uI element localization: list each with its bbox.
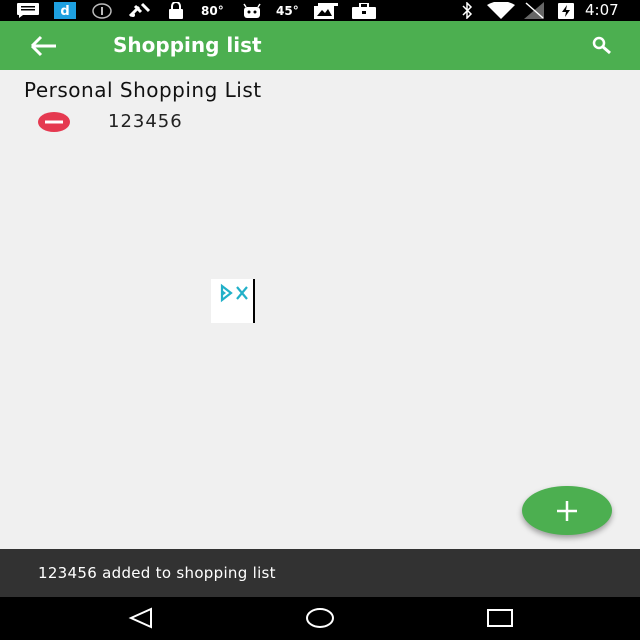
briefcase-icon — [352, 2, 376, 19]
recents-square-icon[interactable] — [486, 606, 514, 634]
d-app-icon: d — [54, 2, 76, 19]
list-item: 123456 — [0, 108, 640, 136]
photos-icon — [314, 2, 338, 19]
search-icon[interactable] — [590, 35, 614, 57]
bluetooth-icon — [461, 2, 473, 19]
home-circle-icon[interactable] — [305, 606, 335, 634]
app-toolbar: Shopping list — [0, 21, 640, 70]
plus-icon — [557, 501, 577, 521]
snackbar-message: 123456 added to shopping list — [38, 564, 276, 582]
add-item-button[interactable] — [522, 486, 612, 535]
back-triangle-icon[interactable] — [128, 606, 154, 634]
temperature-2: 45° — [276, 3, 299, 18]
list-title: Personal Shopping List — [24, 78, 262, 102]
lock-icon — [168, 2, 184, 19]
status-bar: d 80° 45° 4:07 — [0, 0, 640, 21]
android-icon — [242, 2, 262, 19]
satellite-icon — [127, 2, 153, 19]
svg-text:d: d — [60, 4, 69, 19]
wifi-icon — [487, 2, 515, 19]
ad-banner[interactable] — [211, 279, 255, 323]
list-item-name: 123456 — [108, 111, 183, 132]
clock: 4:07 — [585, 0, 619, 19]
message-icon — [17, 2, 39, 19]
toolbar-title: Shopping list — [113, 33, 262, 57]
info-icon — [92, 2, 112, 19]
snackbar: 123456 added to shopping list — [0, 549, 640, 597]
arrow-back-icon[interactable] — [28, 33, 60, 59]
no-signal-icon — [524, 2, 544, 19]
ad-divider — [253, 279, 255, 323]
battery-charging-icon — [557, 2, 575, 19]
temperature-1: 80° — [201, 3, 224, 18]
ad-choices-icon[interactable] — [219, 282, 251, 308]
remove-circle-icon[interactable] — [38, 112, 70, 132]
navigation-bar — [0, 597, 640, 640]
